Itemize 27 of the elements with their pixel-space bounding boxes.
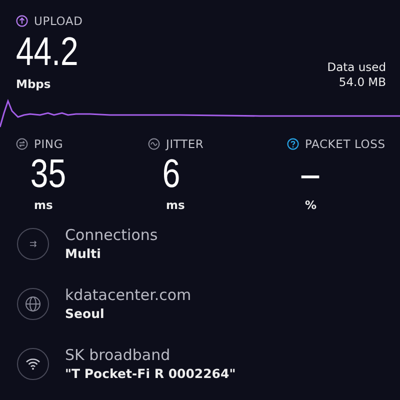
metric-unit: ms — [165, 198, 186, 212]
detail-title: kdatacenter.com — [65, 286, 192, 304]
metric-value: 6 — [161, 152, 182, 196]
metric-unit: ms — [33, 198, 54, 212]
data-used-value: 54.0 MB — [338, 75, 386, 90]
upload-unit: Mbps — [16, 77, 52, 91]
ping-icon — [16, 138, 28, 150]
metric-unit: % — [304, 198, 318, 212]
detail-value: Multi — [65, 246, 102, 262]
metric-label: PING — [34, 137, 64, 151]
upload-label: UPLOAD — [34, 14, 83, 28]
upload-icon — [16, 15, 28, 27]
metric-value: 35 — [29, 152, 67, 196]
upload-value: 44.2 — [16, 30, 78, 74]
metric-label: PACKET LOSS — [305, 137, 386, 151]
help-icon[interactable] — [287, 138, 299, 150]
metric-value: – — [300, 152, 320, 196]
detail-value: Seoul — [65, 306, 106, 322]
detail-title: Connections — [65, 226, 158, 244]
data-used-label: Data used — [327, 60, 386, 75]
detail-title: SK broadband — [65, 346, 172, 364]
wifi-icon — [17, 348, 49, 380]
metric-label: JITTER — [166, 137, 204, 151]
jitter-icon — [148, 138, 160, 150]
connections-icon — [17, 228, 49, 260]
globe-icon — [17, 288, 49, 320]
detail-value: "T Pocket-Fi R 0002264" — [65, 366, 236, 382]
